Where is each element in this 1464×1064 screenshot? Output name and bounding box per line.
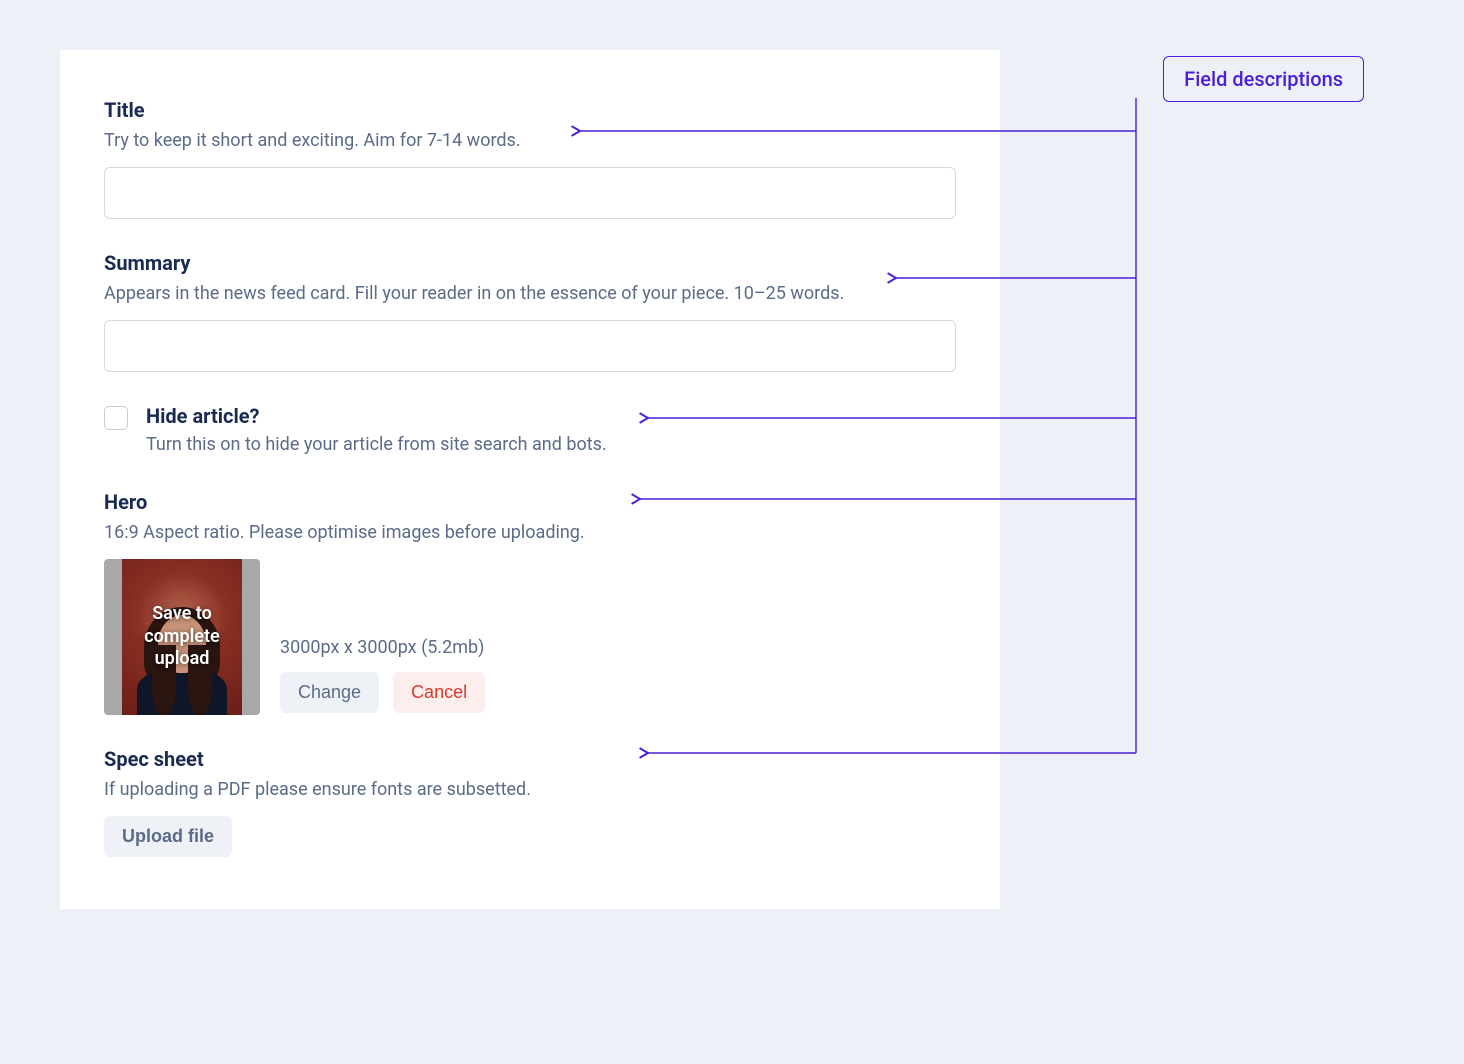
summary-field-group: Summary Appears in the news feed card. F… bbox=[104, 251, 956, 372]
summary-input[interactable] bbox=[104, 320, 956, 372]
hide-label: Hide article? bbox=[146, 404, 607, 428]
summary-desc: Appears in the news feed card. Fill your… bbox=[104, 281, 956, 306]
field-descriptions-callout: Field descriptions bbox=[1163, 56, 1364, 102]
title-desc: Try to keep it short and exciting. Aim f… bbox=[104, 128, 956, 153]
title-input[interactable] bbox=[104, 167, 956, 219]
title-label: Title bbox=[104, 98, 956, 122]
change-button[interactable]: Change bbox=[280, 672, 379, 713]
spec-label: Spec sheet bbox=[104, 747, 956, 771]
title-field-group: Title Try to keep it short and exciting.… bbox=[104, 98, 956, 219]
hide-desc: Turn this on to hide your article from s… bbox=[146, 432, 607, 457]
hero-field-group: Hero 16:9 Aspect ratio. Please optimise … bbox=[104, 490, 956, 715]
hero-label: Hero bbox=[104, 490, 956, 514]
spec-desc: If uploading a PDF please ensure fonts a… bbox=[104, 777, 956, 802]
hide-checkbox[interactable] bbox=[104, 406, 128, 430]
form-card: Title Try to keep it short and exciting.… bbox=[60, 50, 1000, 909]
hero-dimensions: 3000px x 3000px (5.2mb) bbox=[280, 637, 485, 658]
hero-desc: 16:9 Aspect ratio. Please optimise image… bbox=[104, 520, 956, 545]
hide-field-group: Hide article? Turn this on to hide your … bbox=[104, 404, 956, 457]
upload-file-button[interactable]: Upload file bbox=[104, 816, 232, 857]
summary-label: Summary bbox=[104, 251, 956, 275]
spec-field-group: Spec sheet If uploading a PDF please ens… bbox=[104, 747, 956, 857]
cancel-button[interactable]: Cancel bbox=[393, 672, 485, 713]
hero-thumbnail: Save to complete upload bbox=[104, 559, 260, 715]
hero-thumbnail-overlay: Save to complete upload bbox=[104, 559, 260, 715]
